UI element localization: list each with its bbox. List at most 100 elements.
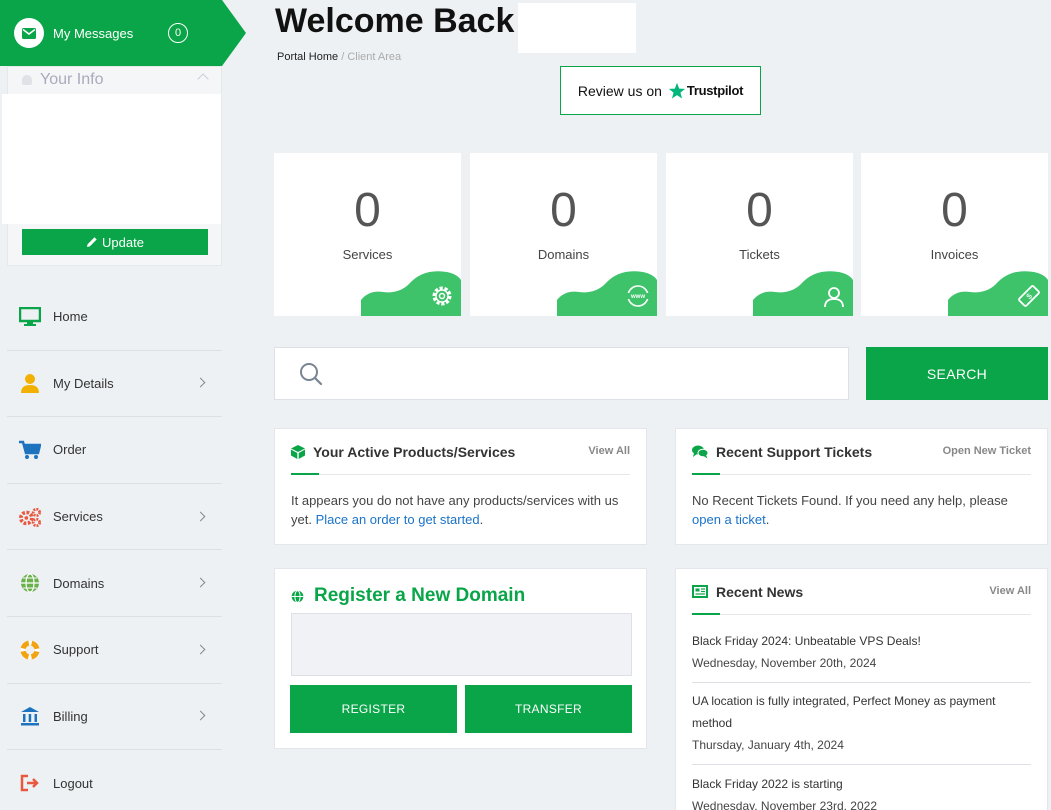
news-item[interactable]: Black Friday 2024: Unbeatable VPS Deals!… bbox=[692, 630, 1031, 683]
review-text: Review us on bbox=[577, 82, 662, 99]
lifebuoy-icon bbox=[19, 639, 41, 661]
update-button[interactable]: Update bbox=[22, 229, 208, 255]
open-ticket-link[interactable]: open a ticket bbox=[692, 512, 766, 527]
news-title[interactable]: Black Friday 2024: Unbeatable VPS Deals! bbox=[692, 630, 1031, 652]
search-icon bbox=[300, 363, 323, 386]
breadcrumb-separator: / bbox=[341, 51, 345, 63]
your-info-header[interactable]: Your Info bbox=[8, 67, 221, 93]
trustpilot-review-button[interactable]: Review us on Trustpilot bbox=[560, 66, 761, 115]
tickets-label: Tickets bbox=[739, 247, 780, 262]
your-info-title: Your Info bbox=[40, 71, 104, 88]
view-all-link[interactable]: View All bbox=[588, 445, 630, 457]
www-icon: www bbox=[627, 285, 649, 307]
sidebar-item-order[interactable]: Order bbox=[7, 417, 222, 484]
view-all-link[interactable]: View All bbox=[989, 585, 1031, 597]
sidebar-item-label: Home bbox=[53, 309, 88, 325]
cogs-icon bbox=[19, 506, 41, 528]
place-order-link[interactable]: Place an order to get started bbox=[316, 512, 480, 527]
your-info-content bbox=[2, 94, 221, 224]
sidebar-item-label: Domains bbox=[53, 575, 105, 591]
panel-title: Recent Support Tickets bbox=[716, 443, 873, 460]
chevron-right-icon bbox=[195, 377, 206, 388]
search-input[interactable] bbox=[274, 347, 849, 400]
recent-news-panel: Recent News View All Black Friday 2024: … bbox=[675, 568, 1048, 810]
sidebar-item-support[interactable]: Support bbox=[7, 617, 222, 684]
bank-icon bbox=[19, 705, 41, 727]
sidebar-item-home[interactable]: Home bbox=[7, 284, 222, 351]
invoices-count: 0 bbox=[941, 184, 968, 237]
logout-icon bbox=[19, 772, 41, 794]
invoices-label: Invoices bbox=[930, 247, 979, 262]
active-products-panel: Your Active Products/Services View All I… bbox=[274, 428, 647, 545]
breadcrumb-current: Client Area bbox=[347, 51, 402, 63]
sidebar-item-domains[interactable]: Domains bbox=[7, 550, 222, 617]
my-messages-tab[interactable]: My Messages 0 bbox=[0, 0, 246, 66]
my-messages-label: My Messages bbox=[53, 25, 134, 41]
services-label: Services bbox=[342, 247, 393, 262]
trustpilot-brand: Trustpilot bbox=[686, 83, 744, 98]
breadcrumb: Portal Home / Client Area bbox=[277, 51, 401, 63]
gear-icon bbox=[432, 286, 452, 306]
sidebar-item-label: Services bbox=[53, 509, 103, 525]
transfer-button[interactable]: TRANSFER bbox=[465, 685, 632, 733]
update-label: Update bbox=[102, 234, 144, 250]
sidebar-item-my-details[interactable]: My Details bbox=[7, 351, 222, 418]
tickets-tile[interactable]: 0 Tickets bbox=[666, 153, 853, 316]
chevron-right-icon bbox=[195, 644, 206, 655]
sidebar-item-logout[interactable]: Logout bbox=[7, 750, 222, 810]
news-title[interactable]: UA location is fully integrated, Perfect… bbox=[692, 690, 1031, 734]
comments-icon bbox=[692, 445, 708, 458]
star-icon bbox=[668, 82, 686, 98]
domain-search-field[interactable] bbox=[291, 613, 632, 676]
panel-header: Your Active Products/Services View All bbox=[291, 429, 630, 475]
header-underline bbox=[291, 473, 319, 475]
chevron-right-icon bbox=[195, 511, 206, 522]
monitor-icon bbox=[19, 306, 41, 328]
panel-title: Your Active Products/Services bbox=[313, 443, 516, 460]
news-title[interactable]: Black Friday 2022 is starting bbox=[692, 773, 1031, 795]
news-item[interactable]: Black Friday 2022 is starting Wednesday,… bbox=[692, 773, 1031, 810]
sidebar-item-services[interactable]: Services bbox=[7, 484, 222, 551]
breadcrumb-home-link[interactable]: Portal Home bbox=[277, 51, 338, 63]
sidebar-item-label: Logout bbox=[53, 775, 93, 791]
panel-header: Recent Support Tickets Open New Ticket bbox=[692, 429, 1031, 475]
cart-icon bbox=[19, 439, 41, 461]
sentence-end: . bbox=[765, 512, 770, 527]
search-button[interactable]: SEARCH bbox=[866, 347, 1048, 400]
sentence-end: . bbox=[479, 512, 484, 527]
header-underline bbox=[692, 613, 720, 615]
services-tile[interactable]: 0 Services bbox=[274, 153, 461, 316]
pencil-icon bbox=[87, 237, 97, 247]
open-new-ticket-link[interactable]: Open New Ticket bbox=[943, 445, 1031, 457]
news-date: Wednesday, November 20th, 2024 bbox=[692, 656, 877, 670]
user-icon bbox=[19, 372, 41, 394]
news-date: Wednesday, November 23rd, 2022 bbox=[692, 799, 877, 810]
sidebar-item-label: Billing bbox=[53, 708, 88, 724]
page-title: Welcome Back bbox=[275, 2, 515, 40]
news-date: Thursday, January 4th, 2024 bbox=[692, 738, 844, 752]
redacted-username bbox=[518, 3, 636, 53]
chevron-right-icon bbox=[195, 577, 206, 588]
sidebar-item-billing[interactable]: Billing bbox=[7, 684, 222, 751]
register-domain-title: Register a New Domain bbox=[314, 585, 526, 606]
header-underline bbox=[692, 473, 720, 475]
sidebar-item-label: Order bbox=[53, 442, 87, 458]
tickets-count: 0 bbox=[746, 184, 773, 237]
invoices-tile[interactable]: 0 Invoices $ bbox=[861, 153, 1048, 316]
register-domain-header: Register a New Domain bbox=[291, 585, 525, 607]
user-icon bbox=[824, 287, 844, 308]
sidebar-nav: Home My Details Order Services Domains S… bbox=[7, 284, 222, 810]
globe-icon bbox=[291, 589, 304, 603]
register-button[interactable]: REGISTER bbox=[290, 685, 457, 733]
register-domain-panel: Register a New Domain REGISTER TRANSFER bbox=[274, 568, 647, 749]
active-tab-arrow bbox=[222, 0, 246, 66]
user-icon bbox=[22, 75, 32, 85]
no-tickets-text: No Recent Tickets Found. If you need any… bbox=[692, 493, 1008, 508]
recent-tickets-panel: Recent Support Tickets Open New Ticket N… bbox=[675, 428, 1048, 545]
news-item[interactable]: UA location is fully integrated, Perfect… bbox=[692, 690, 1031, 765]
sidebar-item-label: My Details bbox=[53, 375, 114, 391]
envelope-icon bbox=[14, 18, 44, 48]
panel-header: Recent News View All bbox=[692, 569, 1031, 615]
domains-tile[interactable]: 0 Domains www bbox=[470, 153, 657, 316]
globe-icon bbox=[19, 572, 41, 594]
